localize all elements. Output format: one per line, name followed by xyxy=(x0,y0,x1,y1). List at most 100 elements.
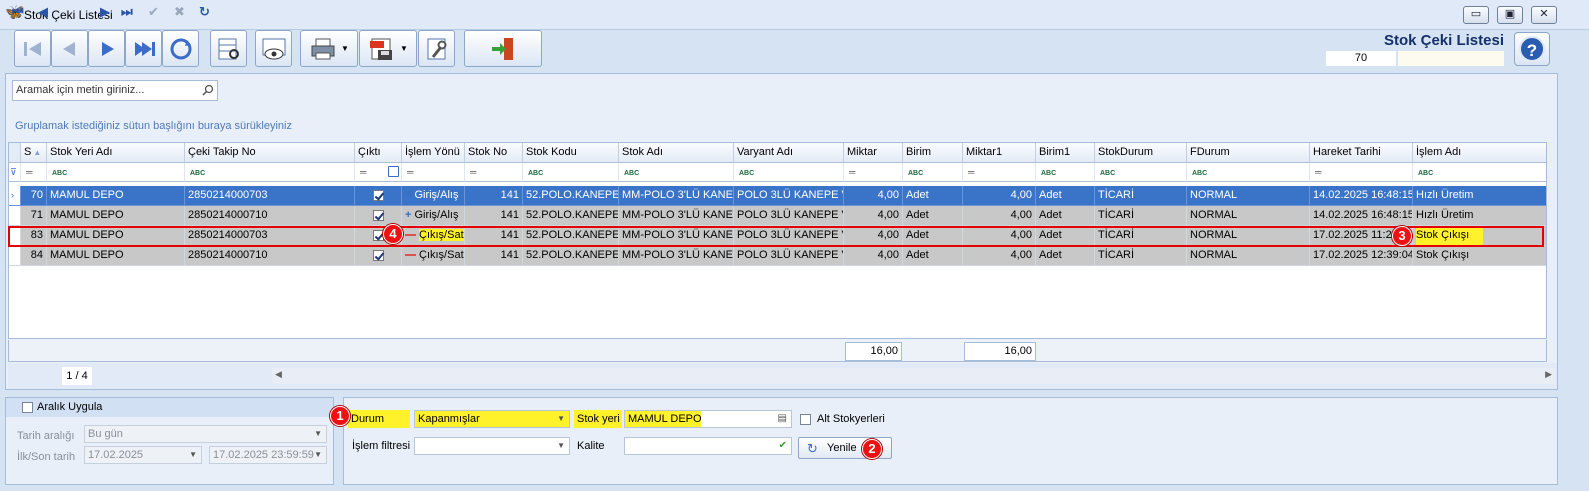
cell-birim[interactable]: Adet xyxy=(903,206,963,226)
restore-button[interactable]: ▣ xyxy=(1497,6,1523,24)
cell-tarih[interactable]: 14.02.2025 16:48:15 xyxy=(1310,186,1413,206)
cell-ad[interactable]: MM-POLO 3'LÜ KANEPE xyxy=(619,186,734,206)
cell-birim1[interactable]: Adet xyxy=(1036,246,1095,266)
nav-confirm-icon[interactable]: ✔ xyxy=(148,4,159,20)
date-range-select[interactable]: Bu gün ▼ xyxy=(84,425,327,443)
column-header-s[interactable]: S ▲ xyxy=(21,143,47,163)
lookup-icon[interactable]: ▤ xyxy=(778,411,787,427)
scroll-left-icon[interactable]: ◀ xyxy=(275,369,282,380)
last-record-button[interactable] xyxy=(125,30,162,67)
cell-ad[interactable]: MM-POLO 3'LÜ KANEPE xyxy=(619,246,734,266)
search-icon[interactable] xyxy=(202,84,215,97)
nav-prev-icon[interactable]: ◀ xyxy=(38,4,48,20)
filter-cell-s[interactable]: ═ xyxy=(21,163,47,182)
cell-islem[interactable]: Hızlı Üretim xyxy=(1413,206,1546,226)
column-header-stok-no[interactable]: Stok No xyxy=(465,143,523,163)
filter-icon[interactable]: ⊽ xyxy=(9,163,21,182)
print-button[interactable]: ▼ xyxy=(300,30,358,67)
table-row[interactable]: 84 MAMUL DEPO 2850214000710 Çıkış/Sat 141 52.… xyxy=(9,246,1546,266)
column-header-varyant-adi[interactable]: Varyant Adı xyxy=(734,143,844,163)
help-button[interactable]: ? xyxy=(1514,32,1550,66)
column-header-stok-yeri[interactable]: Stok Yeri Adı xyxy=(47,143,185,163)
cell-miktar1[interactable]: 4,00 xyxy=(963,186,1036,206)
prev-record-button[interactable] xyxy=(51,30,88,67)
next-record-button[interactable] xyxy=(88,30,125,67)
column-header-miktar[interactable]: Miktar xyxy=(844,143,903,163)
scroll-right-icon[interactable]: ▶ xyxy=(1545,369,1552,380)
cell-birim1[interactable]: Adet xyxy=(1036,206,1095,226)
filter-cell-islem-yonu[interactable]: ═ xyxy=(402,163,465,182)
column-header-islem-yonu[interactable]: İşlem Yönü xyxy=(402,143,465,163)
cell-takip[interactable]: 2850214000710 xyxy=(185,206,355,226)
filter-cell-miktar[interactable]: ═ xyxy=(844,163,903,182)
alt-stokyerleri-checkbox[interactable] xyxy=(800,414,811,425)
cell-tarih[interactable]: 14.02.2025 16:48:15 xyxy=(1310,206,1413,226)
nav-refresh-icon[interactable]: ↻ xyxy=(199,4,210,20)
cell-kod[interactable]: 52.POLO.KANEPE xyxy=(523,246,619,266)
cell-kod[interactable]: 52.POLO.KANEPE xyxy=(523,186,619,206)
close-button[interactable]: ✕ xyxy=(1531,6,1557,24)
cell-islem[interactable]: Hızlı Üretim xyxy=(1413,186,1546,206)
cell-varyant[interactable]: POLO 3LÜ KANEPE Var xyxy=(734,246,844,266)
cell-s[interactable]: 70 xyxy=(21,186,47,206)
cell-sdurum[interactable]: TİCARİ xyxy=(1095,206,1187,226)
kalite-input[interactable]: ✔ xyxy=(624,437,792,455)
filter-cell-ceki-takip[interactable]: ABC xyxy=(185,163,355,182)
cell-miktar[interactable]: 4,00 xyxy=(844,186,903,206)
islem-filtresi-select[interactable]: ▼ xyxy=(414,437,570,455)
table-row[interactable]: › 70 MAMUL DEPO 2850214000703 + Giriş/Alış 141… xyxy=(9,186,1546,206)
cell-fdurum[interactable]: NORMAL xyxy=(1187,186,1310,206)
first-record-button[interactable] xyxy=(14,30,51,67)
cell-stokno[interactable]: 141 xyxy=(465,246,523,266)
check-icon[interactable]: ✔ xyxy=(779,438,787,454)
cell-miktar[interactable]: 4,00 xyxy=(844,206,903,226)
cell-miktar1[interactable]: 4,00 xyxy=(963,206,1036,226)
column-header-miktar1[interactable]: Miktar1 xyxy=(963,143,1036,163)
nav-next-icon[interactable]: ▶ xyxy=(100,4,110,20)
cell-miktar[interactable]: 4,00 xyxy=(844,246,903,266)
cell-cikti[interactable] xyxy=(355,206,402,226)
filter-cell-hareket-tarihi[interactable]: ═ xyxy=(1310,163,1413,182)
horizontal-scrollbar[interactable]: ◀ ▶ xyxy=(272,368,1555,384)
cell-s[interactable]: 84 xyxy=(21,246,47,266)
cell-miktar1[interactable]: 4,00 xyxy=(963,246,1036,266)
filter-cell-islem-adi[interactable]: ABC xyxy=(1413,163,1546,182)
cell-fdurum[interactable]: NORMAL xyxy=(1187,206,1310,226)
cell-ad[interactable]: MM-POLO 3'LÜ KANEPE xyxy=(619,206,734,226)
cell-tarih[interactable]: 17.02.2025 12:39:04 xyxy=(1310,246,1413,266)
cell-sdurum[interactable]: TİCARİ xyxy=(1095,186,1187,206)
cell-takip[interactable]: 2850214000703 xyxy=(185,186,355,206)
cell-fdurum[interactable]: NORMAL xyxy=(1187,246,1310,266)
cell-takip[interactable]: 2850214000710 xyxy=(185,246,355,266)
row-indicator[interactable] xyxy=(9,206,21,226)
column-header-ceki-takip[interactable]: Çeki Takip No xyxy=(185,143,355,163)
durum-select[interactable]: Kapanmışlar ▼ xyxy=(414,410,570,428)
preview-grid-button[interactable] xyxy=(210,30,247,67)
settings-button[interactable] xyxy=(418,30,455,67)
row-indicator[interactable] xyxy=(9,246,21,266)
cell-birim[interactable]: Adet xyxy=(903,246,963,266)
cell-varyant[interactable]: POLO 3LÜ KANEPE Var xyxy=(734,186,844,206)
table-row[interactable]: 71 MAMUL DEPO 2850214000710 + Giriş/Alış 141 5… xyxy=(9,206,1546,226)
cell-stokno[interactable]: 141 xyxy=(465,206,523,226)
filter-check-icon[interactable] xyxy=(388,166,399,177)
range-apply-checkbox[interactable] xyxy=(22,402,33,413)
cikti-checkbox[interactable] xyxy=(372,190,384,201)
filter-cell-fdurum[interactable]: ABC xyxy=(1187,163,1310,182)
exit-button[interactable] xyxy=(464,30,542,67)
column-header-stok-kodu[interactable]: Stok Kodu xyxy=(523,143,619,163)
column-header-birim1[interactable]: Birim1 xyxy=(1036,143,1095,163)
first-date-input[interactable]: 17.02.2025 ▼ xyxy=(84,446,202,464)
cell-s[interactable]: 71 xyxy=(21,206,47,226)
filter-cell-miktar1[interactable]: ═ xyxy=(963,163,1036,182)
cell-islem[interactable]: Stok Çıkışı xyxy=(1413,246,1546,266)
filter-cell-birim1[interactable]: ABC xyxy=(1036,163,1095,182)
filter-cell-stok-adi[interactable]: ABC xyxy=(619,163,734,182)
cell-yer[interactable]: MAMUL DEPO xyxy=(47,186,185,206)
cell-cikti[interactable] xyxy=(355,186,402,206)
cikti-checkbox[interactable] xyxy=(372,250,384,261)
cell-varyant[interactable]: POLO 3LÜ KANEPE Var xyxy=(734,206,844,226)
cell-birim[interactable]: Adet xyxy=(903,186,963,206)
cell-kod[interactable]: 52.POLO.KANEPE xyxy=(523,206,619,226)
filter-cell-stok-durum[interactable]: ABC xyxy=(1095,163,1187,182)
